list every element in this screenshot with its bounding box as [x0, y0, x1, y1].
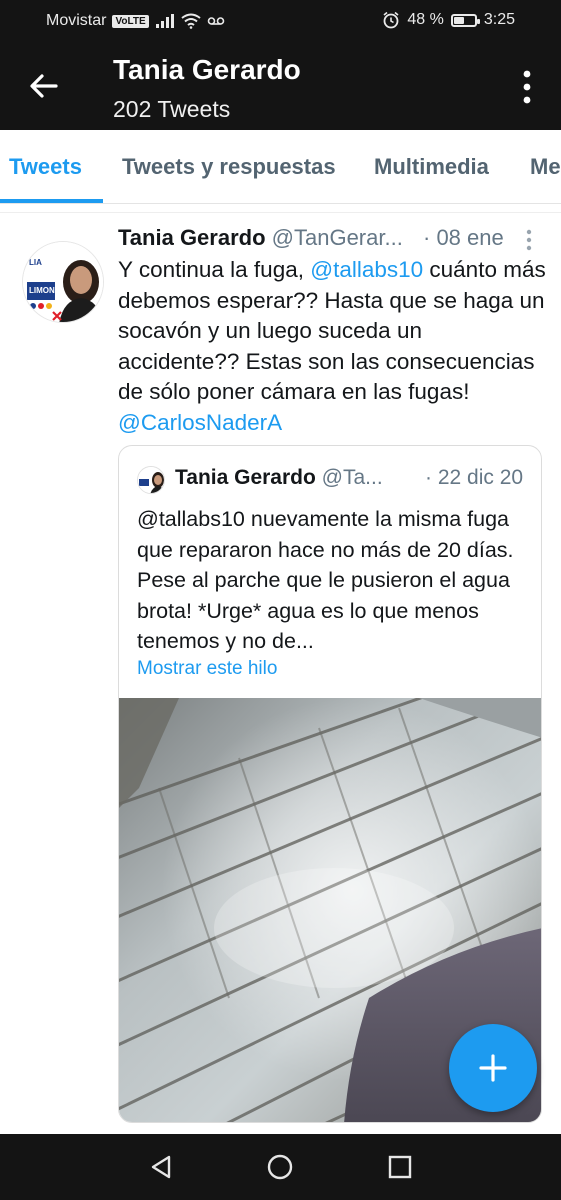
tab-tweets[interactable]: Tweets — [9, 154, 82, 180]
avatar-text-lia: LIA — [29, 258, 42, 267]
profile-title: Tania Gerardo — [113, 54, 301, 85]
nav-back-icon[interactable] — [148, 1154, 174, 1180]
avatar-text-limon: LIMON — [29, 286, 55, 295]
avatar-image: LIA LIMON — [23, 242, 103, 322]
quoted-author-handle: @Ta... — [321, 466, 383, 489]
tweet-options-icon[interactable] — [522, 229, 536, 251]
author-handle[interactable]: @TanGerar... — [272, 225, 403, 250]
quoted-avatar — [137, 466, 165, 494]
carrier-info: Movistar VoLTE — [46, 12, 225, 30]
carrier-name: Movistar — [46, 12, 107, 29]
mention-link[interactable]: @tallabs10 — [310, 257, 423, 282]
quoted-author-name: Tania Gerardo — [175, 466, 316, 489]
profile-header: Tania Gerardo 202 Tweets — [0, 42, 561, 130]
tweet[interactable]: LIA LIMON Tania Gerardo @TanGerar... · 0… — [0, 212, 561, 1134]
tab-me[interactable]: Me — [530, 154, 561, 180]
plus-icon — [479, 1054, 507, 1082]
clock: 3:25 — [483, 11, 515, 28]
more-vertical-icon[interactable] — [521, 70, 533, 104]
battery-percentage: 48 % — [407, 11, 444, 28]
active-tab-indicator — [0, 199, 103, 203]
quoted-text: @tallabs10 nuevamente la misma fuga que … — [137, 507, 514, 653]
tweet-header: Tania Gerardo @TanGerar... · 08 ene — [118, 225, 518, 251]
nav-recents-icon[interactable] — [387, 1154, 413, 1180]
back-arrow-icon[interactable] — [26, 68, 62, 104]
battery-icon — [450, 13, 480, 27]
system-navigation-bar — [0, 1134, 561, 1200]
alarm-icon — [383, 11, 399, 29]
tweet-count: 202 Tweets — [113, 96, 231, 122]
tab-multimedia[interactable]: Multimedia — [374, 154, 489, 180]
quoted-tweet[interactable]: Tania Gerardo @Ta... · 22 dic 20 @tallab… — [118, 445, 542, 1123]
avatar[interactable]: LIA LIMON — [22, 241, 104, 323]
show-thread-link[interactable]: Mostrar este hilo — [137, 658, 277, 680]
quoted-date: · 22 dic 20 — [425, 466, 524, 489]
signal-icon — [155, 14, 174, 28]
nav-home-icon[interactable] — [267, 1154, 293, 1180]
profile-tabs: Tweets Tweets y respuestas Multimedia Me — [0, 130, 561, 204]
status-bar: Movistar VoLTE 48 % 3:25 — [0, 0, 561, 42]
tweet-text: Y continua la fuga, @tallabs10 cuánto má… — [118, 255, 548, 438]
tweet-date[interactable]: · 08 ene — [423, 225, 504, 251]
tweet-text-part: Y continua la fuga, — [118, 257, 311, 282]
voicemail-icon — [207, 17, 224, 25]
wifi-icon — [181, 13, 201, 29]
tab-tweets-y-respuestas[interactable]: Tweets y respuestas — [122, 154, 336, 180]
author-name[interactable]: Tania Gerardo — [118, 225, 266, 250]
status-right: 48 % 3:25 — [382, 11, 515, 29]
compose-tweet-button[interactable] — [449, 1024, 537, 1112]
battery-level-fill — [453, 16, 465, 24]
quoted-header: Tania Gerardo @Ta... · 22 dic 20 — [175, 466, 535, 490]
mention-link[interactable]: @CarlosNaderA — [118, 410, 282, 435]
volte-badge: VoLTE — [112, 14, 149, 28]
